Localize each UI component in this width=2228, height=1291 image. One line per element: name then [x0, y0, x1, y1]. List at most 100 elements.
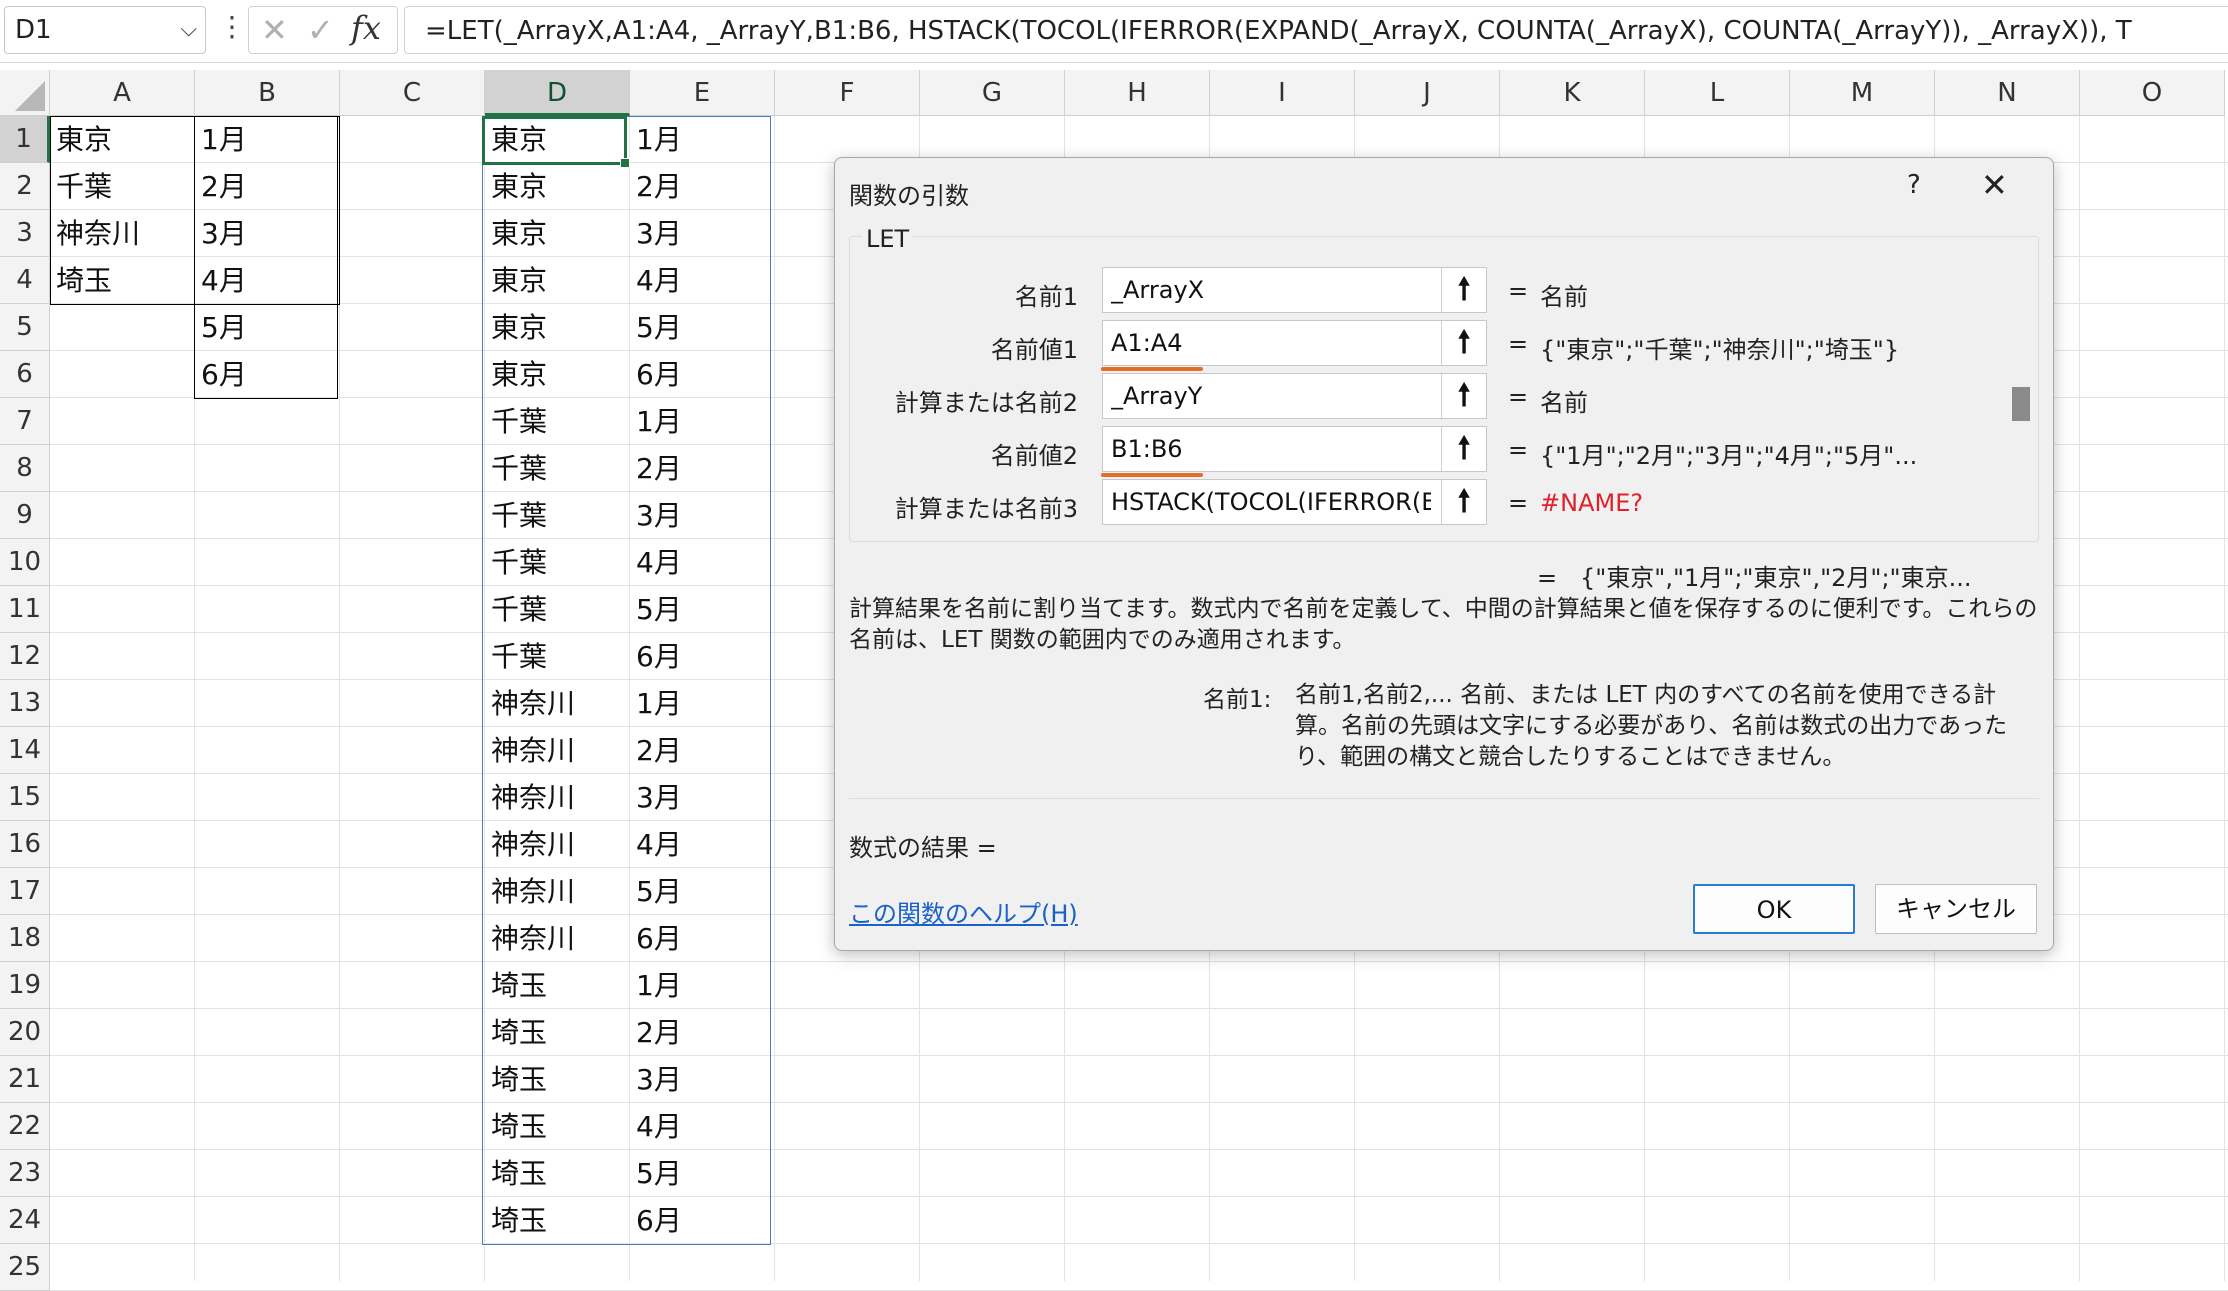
column-header-f[interactable]: F — [775, 70, 920, 116]
row-header-2[interactable]: 2 — [0, 163, 50, 210]
function-arguments-dialog: 関数の引数 ? ✕ LET 名前1 _ArrayX 🠕 = 名前 名前値1 A1:A4 🠕 ={… — [834, 157, 2054, 951]
function-name: LET — [862, 225, 914, 253]
row-header-21[interactable]: 21 — [0, 1056, 50, 1103]
row-header-3[interactable]: 3 — [0, 210, 50, 257]
row-header-6[interactable]: 6 — [0, 351, 50, 398]
formula-input[interactable]: =LET(_ArrayX,A1:A4, _ArrayY,B1:B6, HSTAC… — [404, 6, 2228, 54]
argument-label: 名前値1 — [990, 336, 1078, 364]
column-header-o[interactable]: O — [2080, 70, 2225, 116]
row-header-8[interactable]: 8 — [0, 445, 50, 492]
equals-sign: = — [1508, 330, 1529, 358]
chevron-down-icon[interactable]: ⌵ — [180, 17, 197, 42]
column-header-d[interactable]: D — [485, 70, 630, 116]
argument-result: #NAME? — [1540, 489, 1644, 517]
row-header-18[interactable]: 18 — [0, 915, 50, 962]
argument-value: HSTACK(TOCOL(IFERROR(EXP — [1111, 488, 1431, 516]
name-box[interactable]: D1 ⌵ — [4, 6, 206, 54]
row-header-7[interactable]: 7 — [0, 398, 50, 445]
column-header-h[interactable]: H — [1065, 70, 1210, 116]
argument-value: A1:A4 — [1111, 329, 1183, 357]
column-header-g[interactable]: G — [920, 70, 1065, 116]
argument-input[interactable]: _ArrayY 🠕 — [1102, 373, 1487, 419]
select-all-corner[interactable] — [0, 70, 50, 116]
formula-result-preview: = {"東京","1月";"東京","2月";"東京... — [1537, 558, 1971, 593]
argument-row: 名前1 _ArrayX 🠕 = 名前 — [850, 267, 2020, 315]
argument-result: {"東京";"千葉";"神奈川";"埼玉"} — [1540, 336, 1900, 364]
help-icon[interactable]: ? — [1907, 170, 1921, 200]
argument-label: 名前値2 — [990, 442, 1078, 470]
row-header-22[interactable]: 22 — [0, 1103, 50, 1150]
column-header-e[interactable]: E — [630, 70, 775, 116]
row-header-17[interactable]: 17 — [0, 868, 50, 915]
argument-value: _ArrayX — [1111, 276, 1205, 304]
reference-highlight — [1101, 473, 1203, 477]
cancel-entry-icon[interactable]: ✕ — [261, 11, 288, 49]
argument-label: 計算または名前3 — [894, 495, 1078, 523]
column-header-c[interactable]: C — [340, 70, 485, 116]
column-header-i[interactable]: I — [1210, 70, 1355, 116]
row-header-13[interactable]: 13 — [0, 680, 50, 727]
row-header-5[interactable]: 5 — [0, 304, 50, 351]
row-header-25[interactable]: 25 — [0, 1244, 50, 1291]
row-header-20[interactable]: 20 — [0, 1009, 50, 1056]
row-header-19[interactable]: 19 — [0, 962, 50, 1009]
name-box-value: D1 — [15, 15, 52, 45]
ok-button[interactable]: OK — [1693, 884, 1855, 934]
argument-input[interactable]: _ArrayX 🠕 — [1102, 267, 1487, 313]
active-cell[interactable] — [482, 116, 630, 168]
column-header-m[interactable]: M — [1790, 70, 1935, 116]
argument-result: {"1月";"2月";"3月";"4月";"5月"... — [1540, 442, 1918, 470]
collapse-dialog-icon[interactable]: 🠕 — [1441, 321, 1486, 365]
equals-sign: = — [1508, 436, 1529, 464]
row-header-14[interactable]: 14 — [0, 727, 50, 774]
total-result-value: {"東京","1月";"東京","2月";"東京... — [1580, 564, 1972, 592]
collapse-dialog-icon[interactable]: 🠕 — [1441, 427, 1486, 471]
dialog-title: 関数の引数 — [849, 182, 969, 210]
close-icon[interactable]: ✕ — [1981, 166, 2008, 204]
row-header-23[interactable]: 23 — [0, 1150, 50, 1197]
row-header-9[interactable]: 9 — [0, 492, 50, 539]
column-header-l[interactable]: L — [1645, 70, 1790, 116]
column-header-k[interactable]: K — [1500, 70, 1645, 116]
row-header-11[interactable]: 11 — [0, 586, 50, 633]
function-help-link[interactable]: この関数のヘルプ(H) — [849, 894, 1078, 929]
formula-result-label: 数式の結果 = — [849, 834, 997, 862]
more-options-icon[interactable]: ⋮ — [218, 10, 246, 43]
argument-row: 名前値1 A1:A4 🠕 = {"東京";"千葉";"神奈川";"埼玉"} — [850, 320, 2020, 371]
collapse-dialog-icon[interactable]: 🠕 — [1441, 268, 1486, 312]
argument-description-label: 名前1: — [1203, 687, 1272, 713]
insert-function-icon[interactable]: fx — [351, 9, 381, 47]
argument-row: 計算または名前2 _ArrayY 🠕 = 名前 — [850, 373, 2020, 421]
argument-input[interactable]: B1:B6 🠕 — [1101, 426, 1487, 477]
row-header-1[interactable]: 1 — [0, 116, 50, 163]
argument-label: 計算または名前2 — [894, 389, 1078, 417]
argument-row: 名前値2 B1:B6 🠕 = {"1月";"2月";"3月";"4月";"5月"... — [850, 426, 2020, 477]
argument-row: 計算または名前3 HSTACK(TOCOL(IFERROR(EXP 🠕 = #NAME? — [850, 479, 2020, 527]
fill-handle[interactable] — [620, 158, 630, 168]
formula-buttons: ✕ ✓ fx — [248, 6, 398, 54]
equals-sign: = — [1508, 489, 1529, 517]
column-header-b[interactable]: B — [195, 70, 340, 116]
argument-value: _ArrayY — [1111, 382, 1203, 410]
row-header-12[interactable]: 12 — [0, 633, 50, 680]
arguments-scrollbar-thumb[interactable] — [2012, 387, 2030, 421]
collapse-dialog-icon[interactable]: 🠕 — [1441, 480, 1486, 524]
divider — [849, 798, 2039, 799]
row-header-4[interactable]: 4 — [0, 257, 50, 304]
row-header-15[interactable]: 15 — [0, 774, 50, 821]
column-header-j[interactable]: J — [1355, 70, 1500, 116]
argument-input[interactable]: A1:A4 🠕 — [1101, 320, 1487, 371]
column-header-a[interactable]: A — [50, 70, 195, 116]
collapse-dialog-icon[interactable]: 🠕 — [1441, 374, 1486, 418]
row-header-16[interactable]: 16 — [0, 821, 50, 868]
argument-label: 名前1 — [1014, 283, 1078, 311]
argument-input[interactable]: HSTACK(TOCOL(IFERROR(EXP 🠕 — [1102, 479, 1487, 525]
cancel-button[interactable]: キャンセル — [1875, 884, 2037, 934]
argument-description: 名前1,名前2,... 名前、または LET 内のすべての名前を使用できる計算。… — [1295, 682, 2008, 770]
row-header-24[interactable]: 24 — [0, 1197, 50, 1244]
spill-range-border — [482, 116, 771, 1245]
row-header-10[interactable]: 10 — [0, 539, 50, 586]
column-header-n[interactable]: N — [1935, 70, 2080, 116]
confirm-entry-icon[interactable]: ✓ — [307, 11, 334, 49]
argument-value: B1:B6 — [1111, 435, 1183, 463]
